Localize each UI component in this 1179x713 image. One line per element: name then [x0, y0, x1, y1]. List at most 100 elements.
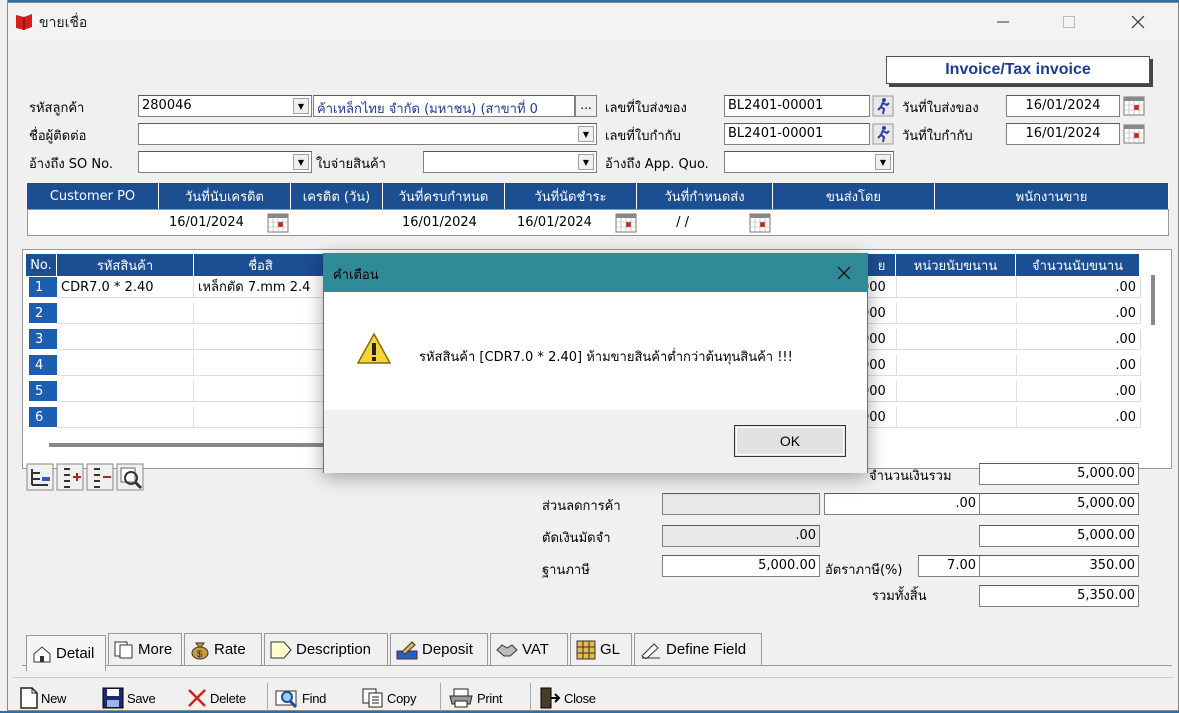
calendar-icon[interactable] [267, 213, 289, 233]
col-unit[interactable]: ย [868, 254, 896, 276]
chevron-down-icon[interactable]: ▼ [875, 154, 891, 170]
col-ship-date[interactable]: วันที่กำหนดส่ง [637, 183, 773, 209]
delete-row-icon[interactable] [86, 463, 114, 491]
row-number[interactable]: 4 [29, 355, 57, 376]
customer-name-field[interactable]: ค้าเหล็กไทย จำกัด (มหาชน) (สาขาที่ 0 [313, 95, 575, 117]
tab-vat[interactable]: VAT [490, 633, 568, 665]
due-date-value[interactable]: 16/01/2024 [402, 215, 477, 230]
item-name-cell[interactable] [194, 303, 328, 324]
tab-deposit[interactable]: Deposit [390, 633, 488, 665]
tab-define-field[interactable]: Define Field [634, 633, 762, 665]
row-number[interactable]: 1 [29, 277, 57, 298]
calendar-icon[interactable] [1123, 96, 1145, 116]
ok-button[interactable]: OK [734, 425, 846, 457]
print-button[interactable]: Print [448, 683, 503, 713]
tab-rate[interactable]: $ Rate [184, 633, 262, 665]
item-name-cell[interactable] [194, 355, 328, 376]
insert-row-icon[interactable] [26, 463, 54, 491]
qty-unit-cell[interactable] [897, 329, 1017, 350]
chevron-down-icon[interactable]: ▼ [293, 98, 309, 114]
qty-cell[interactable]: .00 [1017, 355, 1141, 376]
qty-unit-cell[interactable] [897, 407, 1017, 428]
qty-unit-cell[interactable] [897, 381, 1017, 402]
tax-base-field[interactable]: 5,000.00 [662, 555, 820, 577]
running-man-icon[interactable] [872, 123, 894, 145]
col-credit-start[interactable]: วันที่นับเครดิต [159, 183, 291, 209]
chevron-down-icon[interactable]: ▼ [578, 154, 594, 170]
delivery-date-field[interactable]: 16/01/2024 [1006, 95, 1120, 117]
item-name-cell[interactable] [194, 381, 328, 402]
qty-unit-cell[interactable] [897, 303, 1017, 324]
copy-button[interactable]: Copy [362, 683, 416, 713]
row-number[interactable]: 5 [29, 381, 57, 402]
qty-cell[interactable]: .00 [1017, 277, 1141, 298]
item-code-cell[interactable] [57, 329, 194, 350]
tab-more[interactable]: More [108, 633, 182, 665]
item-name-cell[interactable]: เหล็กตัด 7.mm 2.4 [194, 277, 328, 298]
col-qty-unit[interactable]: หน่วยนับขนาน [896, 254, 1016, 276]
col-item-name[interactable]: ชื่อสิ [194, 254, 328, 276]
minimize-button[interactable] [980, 3, 1026, 41]
row-number[interactable]: 3 [29, 329, 57, 350]
maximize-button[interactable] [1046, 3, 1092, 41]
qty-cell[interactable]: .00 [1017, 381, 1141, 402]
col-due-date[interactable]: วันที่ครบกำหนด [383, 183, 505, 209]
deposit-field[interactable]: .00 [662, 525, 820, 547]
tab-detail[interactable]: Detail [26, 635, 106, 671]
col-qty[interactable]: จำนวนนับขนาน [1016, 254, 1140, 276]
vertical-scrollbar[interactable] [1151, 275, 1155, 325]
tax-date-field[interactable]: 16/01/2024 [1006, 123, 1120, 145]
qty-unit-cell[interactable] [897, 277, 1017, 298]
vat-rate-field[interactable]: 7.00 [918, 555, 980, 577]
qty-cell[interactable]: .00 [1017, 329, 1141, 350]
item-code-cell[interactable]: CDR7.0 * 2.40 [57, 277, 194, 298]
quo-ref-combo[interactable]: ▼ [724, 151, 894, 173]
dispatch-combo[interactable]: ▼ [423, 151, 597, 173]
item-code-cell[interactable] [57, 381, 194, 402]
col-customer-po[interactable]: Customer PO [27, 183, 159, 209]
running-man-icon[interactable] [872, 95, 894, 117]
credit-start-value[interactable]: 16/01/2024 [169, 215, 244, 230]
col-shipped-by[interactable]: ขนส่งโดย [773, 183, 935, 209]
horizontal-scrollbar[interactable] [49, 443, 349, 447]
zoom-grid-icon[interactable] [116, 463, 144, 491]
grand-total-field[interactable]: 5,350.00 [979, 585, 1139, 607]
so-ref-combo[interactable]: ▼ [138, 151, 312, 173]
save-button[interactable]: Save [102, 683, 156, 713]
row-number[interactable]: 6 [29, 407, 57, 428]
customer-code-combo[interactable]: 280046 ▼ [138, 95, 312, 117]
item-name-cell[interactable] [194, 329, 328, 350]
calendar-icon[interactable] [749, 213, 771, 233]
close-window-button[interactable] [1115, 3, 1161, 41]
close-button[interactable]: Close [539, 683, 596, 713]
col-item-code[interactable]: รหัสสินค้า [57, 254, 194, 276]
item-code-cell[interactable] [57, 407, 194, 428]
dialog-close-button[interactable] [829, 258, 859, 288]
chevron-down-icon[interactable]: ▼ [578, 126, 594, 142]
contact-combo[interactable]: ▼ [138, 123, 597, 145]
col-pay-date[interactable]: วันที่นัดชำระ [505, 183, 637, 209]
calendar-icon[interactable] [1123, 124, 1145, 144]
calendar-icon[interactable] [615, 213, 637, 233]
discount-pct-field[interactable] [662, 493, 820, 515]
item-name-cell[interactable] [194, 407, 328, 428]
after-deposit-field[interactable]: 5,000.00 [979, 525, 1139, 547]
total-field[interactable]: 5,000.00 [979, 463, 1139, 485]
qty-cell[interactable]: .00 [1017, 303, 1141, 324]
qty-cell[interactable]: .00 [1017, 407, 1141, 428]
col-salesperson[interactable]: พนักงานขาย [935, 183, 1169, 209]
discount-amount-field[interactable]: .00 [824, 493, 980, 515]
vat-amount-field[interactable]: 350.00 [979, 555, 1139, 577]
tab-description[interactable]: Description [264, 633, 388, 665]
item-code-cell[interactable] [57, 303, 194, 324]
row-number[interactable]: 2 [29, 303, 57, 324]
qty-unit-cell[interactable] [897, 355, 1017, 376]
pay-date-value[interactable]: 16/01/2024 [517, 215, 592, 230]
col-no[interactable]: No. [26, 254, 57, 276]
delivery-no-field[interactable]: BL2401-00001 [724, 95, 870, 117]
add-row-icon[interactable] [56, 463, 84, 491]
after-discount-field[interactable]: 5,000.00 [979, 493, 1139, 515]
find-button[interactable]: Find [275, 683, 326, 713]
item-code-cell[interactable] [57, 355, 194, 376]
tab-gl[interactable]: GL [570, 633, 632, 665]
